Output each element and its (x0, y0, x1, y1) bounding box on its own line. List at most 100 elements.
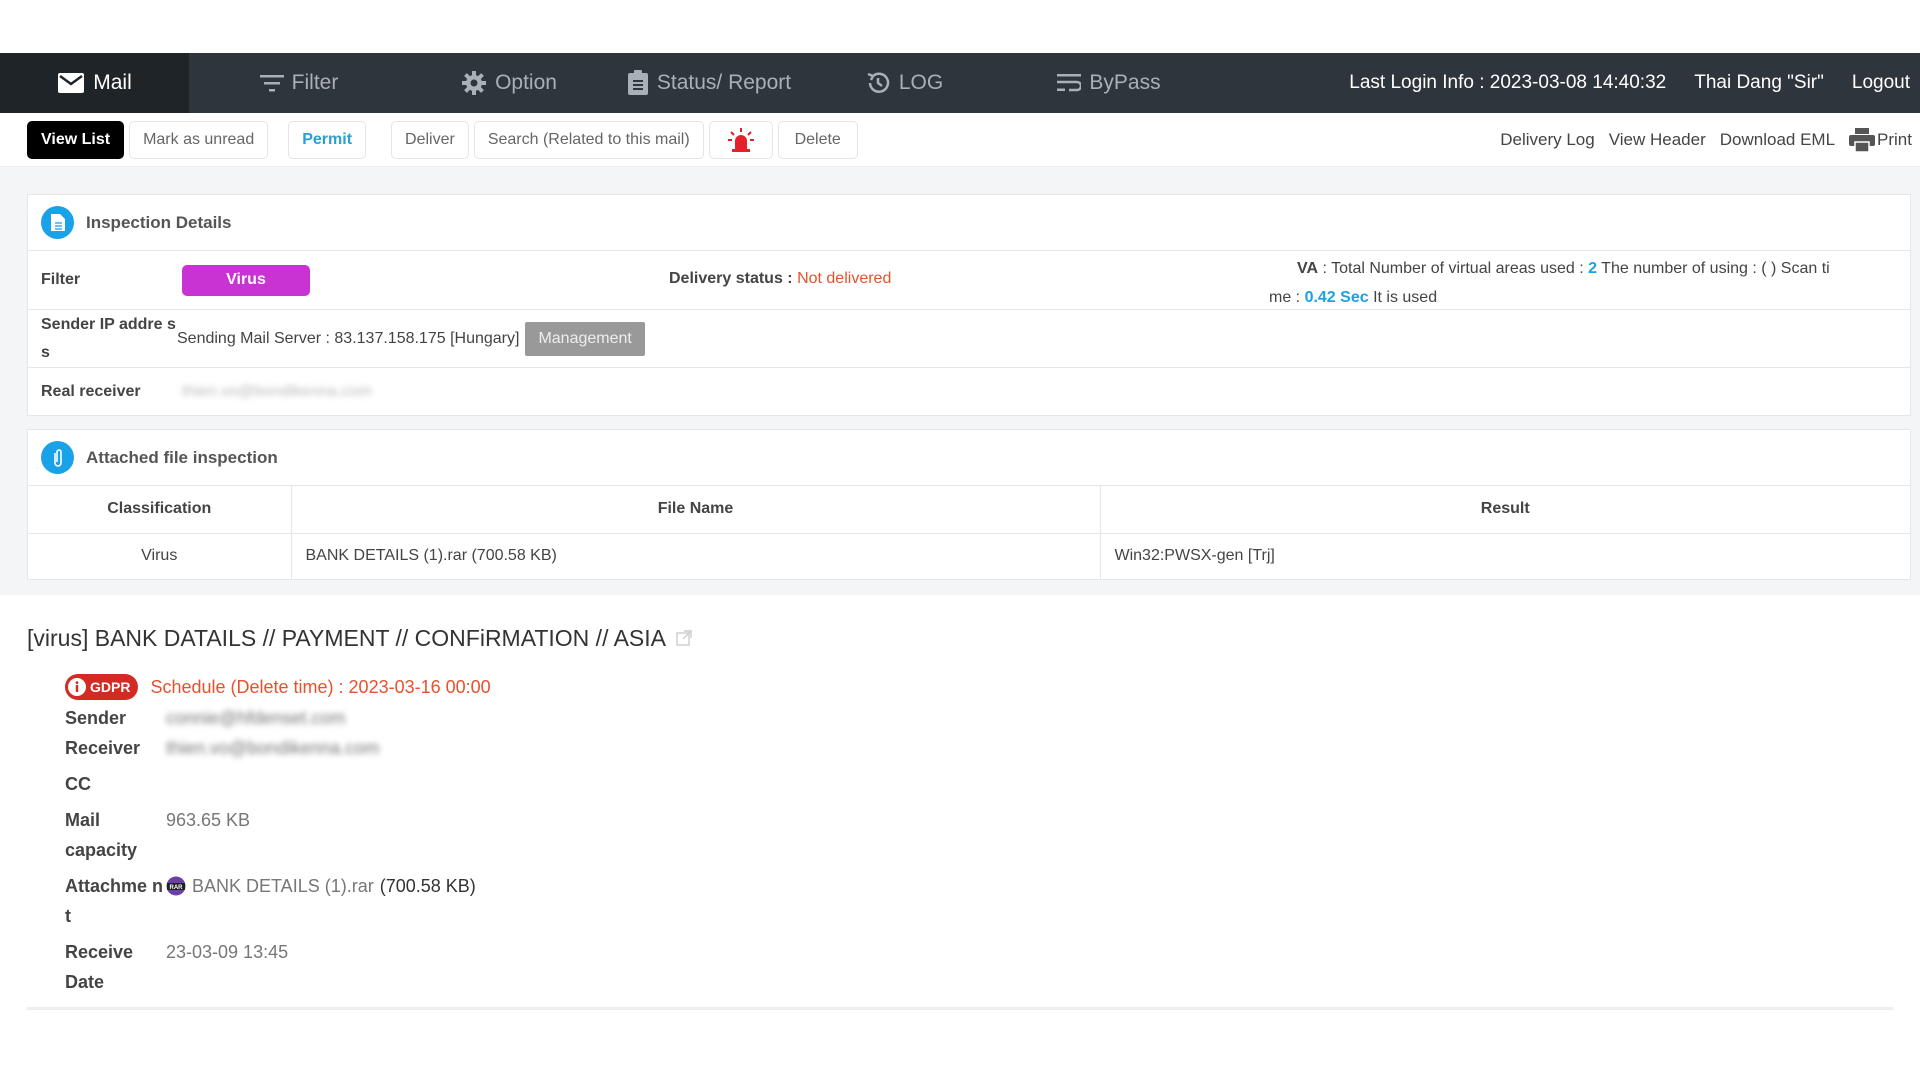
main-nav: Mail Filter Option Status/ Report LOG By… (0, 53, 1920, 113)
gdpr-label: GDPR (90, 679, 131, 695)
delete-schedule: Schedule (Delete time) : 2023-03-16 00:0… (150, 676, 491, 697)
deliver-button[interactable]: Deliver (391, 120, 469, 159)
svg-text:RAR: RAR (170, 885, 184, 891)
mail-toolbar: View List Mark as unread Permit Deliver … (0, 113, 1920, 167)
va-label: VA (1297, 260, 1319, 277)
printer-icon (1849, 128, 1876, 152)
view-list-button[interactable]: View List (27, 120, 125, 159)
table-row: Virus BANK DETAILS (1).rar (700.58 KB) W… (28, 533, 1910, 579)
column-header: File Name (291, 486, 1101, 534)
top-spacer (0, 0, 1920, 53)
scan-time: 0.42 Sec (1304, 289, 1369, 306)
virus-badge: Virus (182, 264, 310, 296)
user-name[interactable]: Thai Dang "Sir" (1694, 72, 1824, 94)
print-label: Print (1877, 130, 1912, 149)
mark-unread-button[interactable]: Mark as unread (129, 120, 269, 159)
cc-row: CC (65, 769, 1893, 799)
sender-ip-value: Sending Mail Server : 83.137.158.175 [Hu… (177, 329, 520, 347)
nav-item-status-report[interactable]: Status/ Report (609, 53, 809, 113)
va-info: VA : Total Number of virtual areas used … (1269, 254, 1913, 312)
table-header-row: Classification File Name Result (28, 486, 1910, 534)
va-text: The number of using : ( ) Scan ti (1597, 260, 1830, 277)
va-text: : Total Number of virtual areas used : (1318, 260, 1589, 277)
nav-label: Filter (291, 71, 339, 94)
search-related-button[interactable]: Search (Related to this mail) (473, 120, 704, 159)
delivery-status: Delivery status : Not delivered (669, 270, 891, 288)
file-name-cell: BANK DETAILS (1).rar (700.58 KB) (291, 533, 1101, 579)
subject-text: [virus] BANK DATAILS // PAYMENT // CONFi… (27, 624, 666, 651)
va-count: 2 (1588, 260, 1598, 277)
cc-label: CC (65, 774, 91, 794)
attachment-table: Classification File Name Result Virus BA… (28, 486, 1910, 579)
nav-item-log[interactable]: LOG (809, 53, 999, 113)
gear-icon (462, 71, 487, 95)
nav-label: Mail (93, 71, 132, 94)
delivery-status-value: Not delivered (797, 270, 892, 287)
nav-label: LOG (898, 71, 944, 94)
capacity-label: Mail capacity (65, 810, 138, 860)
column-header: Result (1100, 486, 1910, 534)
sender-label: Sender (65, 708, 127, 728)
attachment-row: Attachme nt RAR BANK DETAILS (1).rar (70… (65, 871, 1893, 931)
info-icon (68, 678, 86, 696)
receive-date-value: 23-03-09 13:45 (166, 942, 289, 962)
attachment-inspection-panel: Attached file inspection Classification … (27, 429, 1911, 580)
sender-ip-row: Sender IP addre ss Sending Mail Server :… (28, 310, 1910, 368)
toolbar-links: Delivery Log View Header Download EML Pr… (1500, 113, 1912, 167)
paperclip-icon (41, 441, 74, 474)
nav-label: Status/ Report (656, 71, 792, 94)
document-icon (41, 206, 74, 239)
nav-item-bypass[interactable]: ByPass (999, 53, 1219, 113)
delivery-status-label: Delivery status : (669, 270, 798, 287)
receive-date-label: Receive Date (65, 942, 134, 992)
sender-value: connie@hfdenset.com (166, 708, 346, 728)
inspection-area: Inspection Details Filter Virus Delivery… (0, 167, 1920, 595)
column-header: Classification (28, 486, 292, 534)
classification-cell: Virus (28, 533, 292, 579)
real-receiver-row: Real receiver thien.vo@bondikenna.com (28, 368, 1910, 415)
envelope-icon (58, 73, 85, 93)
content-divider (27, 1007, 1893, 1010)
delivery-log-link[interactable]: Delivery Log (1500, 130, 1595, 150)
nav-label: ByPass (1089, 71, 1161, 94)
capacity-row: Mail capacity 963.65 KB (65, 805, 1893, 865)
logout-link[interactable]: Logout (1852, 72, 1910, 94)
receiver-label: Receiver (65, 738, 141, 758)
sender-ip-label: Sender IP addre ss (41, 315, 176, 361)
view-header-link[interactable]: View Header (1609, 130, 1706, 150)
attachment-label: Attachme nt (65, 876, 164, 926)
alarm-button[interactable] (708, 120, 773, 159)
receiver-value: thien.vo@bondikenna.com (166, 738, 380, 758)
external-link-icon[interactable] (676, 630, 692, 646)
rar-archive-icon: RAR (166, 876, 186, 896)
receive-date-row: Receive Date 23-03-09 13:45 (65, 937, 1893, 997)
siren-icon (727, 127, 754, 152)
capacity-value: 963.65 KB (166, 810, 251, 830)
va-text: me : (1269, 289, 1305, 306)
nav-item-mail[interactable]: Mail (0, 53, 189, 113)
attachment-link[interactable]: RAR BANK DETAILS (1).rar (700.58 KB) (166, 871, 476, 901)
clipboard-icon (627, 70, 648, 95)
print-link[interactable]: Print (1849, 128, 1912, 152)
filter-row: Filter Virus Delivery status : Not deliv… (28, 251, 1910, 310)
delete-button[interactable]: Delete (777, 120, 858, 159)
nav-item-filter[interactable]: Filter (189, 53, 409, 113)
attachment-size: (700.58 KB) (379, 876, 476, 896)
filter-label: Filter (41, 271, 81, 288)
attachment-name: BANK DETAILS (1).rar (192, 876, 374, 896)
gdpr-row: GDPR Schedule (Delete time) : 2023-03-16… (65, 671, 1893, 703)
real-receiver-value: thien.vo@bondikenna.com (182, 382, 372, 400)
real-receiver-label: Real receiver (41, 382, 141, 400)
bypass-icon (1057, 74, 1082, 92)
va-text: It is used (1368, 289, 1438, 306)
last-login-info: Last Login Info : 2023-03-08 14:40:32 (1349, 72, 1667, 93)
management-button[interactable]: Management (525, 321, 645, 356)
nav-item-option[interactable]: Option (409, 53, 609, 113)
download-eml-link[interactable]: Download EML (1720, 130, 1835, 150)
mail-view: [virus] BANK DATAILS // PAYMENT // CONFi… (0, 595, 1920, 997)
result-cell: Win32:PWSX-gen [Trj] (1114, 547, 1275, 565)
permit-button[interactable]: Permit (288, 120, 367, 159)
attachment-inspection-header: Attached file inspection (28, 430, 1910, 486)
history-icon (867, 72, 889, 93)
mail-meta: GDPR Schedule (Delete time) : 2023-03-16… (65, 671, 1893, 997)
